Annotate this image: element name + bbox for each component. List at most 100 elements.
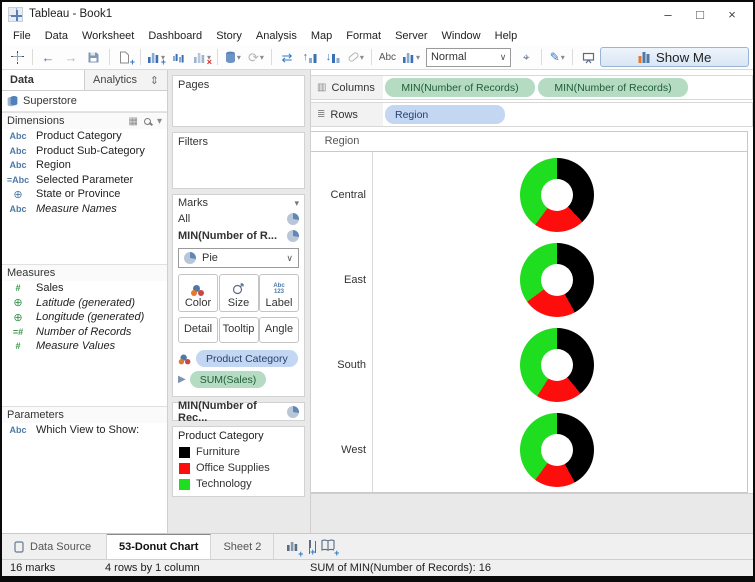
size-circle-icon <box>232 283 244 295</box>
measure-longitude[interactable]: ⊕ Longitude (generated) <box>2 310 167 325</box>
menu-bar: File Data Worksheet Dashboard Story Anal… <box>2 26 753 45</box>
rows-pill-region[interactable]: Region <box>385 105 505 124</box>
menu-dashboard[interactable]: Dashboard <box>141 28 209 44</box>
marks-menu-icon[interactable]: ▾ <box>294 198 299 209</box>
datasource-cylinder-icon <box>7 95 18 106</box>
marks-row-all[interactable]: All <box>173 211 304 227</box>
donut-west[interactable] <box>520 412 594 487</box>
label-button[interactable]: Abc 123 Label <box>259 274 299 312</box>
filters-shelf[interactable]: Filters <box>172 132 305 189</box>
minimize-button[interactable]: – <box>653 4 683 24</box>
clear-sheet-icon[interactable]: × ▾ <box>191 47 213 68</box>
datasource-item[interactable]: Superstore <box>2 91 167 112</box>
pane-toggle-icon[interactable]: ⇕ <box>150 74 159 87</box>
save-icon[interactable] <box>83 47 105 68</box>
measure-number-of-records[interactable]: =# Number of Records <box>2 325 167 340</box>
menu-help[interactable]: Help <box>488 28 525 44</box>
row-label-west[interactable]: West <box>311 407 373 492</box>
group-members-icon[interactable]: ▾ <box>345 47 367 68</box>
menu-worksheet[interactable]: Worksheet <box>75 28 141 44</box>
show-me-bars-icon <box>638 52 650 63</box>
pill-product-category[interactable]: Product Category <box>196 350 298 367</box>
sort-descending-icon[interactable]: ↓ <box>322 47 344 68</box>
dimension-selected-parameter[interactable]: =Abc Selected Parameter <box>2 173 167 188</box>
collapsed-marks-card[interactable]: MIN(Number of Rec... <box>172 400 305 424</box>
fit-selector-icon[interactable]: ▾ <box>400 47 422 68</box>
donut-south[interactable] <box>520 327 594 402</box>
tableau-logo-icon[interactable] <box>6 47 28 68</box>
donut-central[interactable] <box>520 157 594 232</box>
menu-story[interactable]: Story <box>209 28 249 44</box>
legend-item-technology[interactable]: Technology <box>173 476 304 492</box>
datasource-icon[interactable]: ▾ <box>222 47 244 68</box>
menu-map[interactable]: Map <box>304 28 339 44</box>
tab-data[interactable]: Data <box>2 70 85 90</box>
pages-shelf[interactable]: Pages <box>172 75 305 127</box>
highlight-pen-icon[interactable]: ✎ ▾ <box>546 47 568 68</box>
new-dashboard-tab-icon[interactable]: + <box>309 539 316 557</box>
menu-analysis[interactable]: Analysis <box>249 28 304 44</box>
color-target-icon <box>178 354 192 364</box>
dimensions-menu-icon[interactable]: ▾ <box>157 116 162 127</box>
tab-sheet-2[interactable]: Sheet 2 <box>211 534 275 559</box>
measure-measure-values[interactable]: # Measure Values <box>2 339 167 354</box>
view-size-select[interactable]: Normal ∨ <box>425 47 512 67</box>
pill-sum-sales[interactable]: SUM(Sales) <box>189 371 267 388</box>
maximize-button[interactable]: □ <box>685 4 715 24</box>
menu-window[interactable]: Window <box>435 28 488 44</box>
new-story-tab-icon[interactable]: + <box>321 539 340 558</box>
view-data-icon[interactable]: ▦ <box>129 116 138 127</box>
color-legend: Product Category Furniture Office Suppli… <box>172 426 305 497</box>
detail-button[interactable]: Detail <box>178 317 218 343</box>
new-worksheet-icon[interactable]: + ▾ <box>145 47 167 68</box>
mark-type-select[interactable]: Pie ∨ <box>178 248 299 268</box>
new-datasource-icon[interactable]: + <box>114 47 136 68</box>
tooltip-button[interactable]: Tooltip <box>218 317 259 343</box>
presentation-mode-icon[interactable] <box>577 47 599 68</box>
dimension-state-or-province[interactable]: ⊕ State or Province <box>2 187 167 202</box>
duplicate-sheet-icon[interactable] <box>168 47 190 68</box>
refresh-icon[interactable]: ⟳ ▾ <box>245 47 267 68</box>
legend-item-office-supplies[interactable]: Office Supplies <box>173 460 304 476</box>
marks-row-min-records[interactable]: MIN(Number of R... <box>173 227 304 245</box>
angle-button[interactable]: Angle <box>259 317 299 343</box>
tab-data-source[interactable]: Data Source <box>2 534 107 559</box>
close-button[interactable]: × <box>717 4 747 24</box>
marks-header[interactable]: Marks ▾ <box>173 195 304 211</box>
color-button[interactable]: Color <box>178 274 218 312</box>
measure-sales[interactable]: # Sales <box>2 281 167 296</box>
show-me-label: Show Me <box>655 49 712 65</box>
sort-ascending-icon[interactable]: ↑ <box>299 47 321 68</box>
menu-data[interactable]: Data <box>38 28 75 44</box>
row-label-south[interactable]: South <box>311 322 373 407</box>
undo-icon[interactable]: ← <box>37 47 59 68</box>
row-label-central[interactable]: Central <box>311 152 373 237</box>
menu-server[interactable]: Server <box>388 28 434 44</box>
new-worksheet-tab-icon[interactable]: + <box>286 539 304 559</box>
dimension-region[interactable]: Abc Region <box>2 158 167 173</box>
size-button[interactable]: Size <box>218 274 259 312</box>
tab-analytics[interactable]: Analytics ⇕ <box>85 70 167 90</box>
columns-pill-1[interactable]: MIN(Number of Records) <box>385 78 535 97</box>
columns-shelf[interactable]: ▥ Columns MIN(Number of Records) MIN(Num… <box>311 75 753 100</box>
rows-shelf[interactable]: ≣ Rows Region <box>311 102 753 127</box>
menu-format[interactable]: Format <box>339 28 388 44</box>
row-label-east[interactable]: East <box>311 237 373 322</box>
show-mark-labels-icon[interactable]: Abc <box>376 47 399 68</box>
redo-icon[interactable]: → <box>60 47 82 68</box>
parameter-which-view-to-show[interactable]: Abc Which View to Show: <box>2 423 167 438</box>
columns-pill-2[interactable]: MIN(Number of Records) <box>538 78 688 97</box>
menu-file[interactable]: File <box>6 28 38 44</box>
tab-donut-chart[interactable]: 53-Donut Chart <box>107 534 212 559</box>
region-column-header[interactable]: Region <box>311 132 373 151</box>
dimension-measure-names[interactable]: Abc Measure Names <box>2 202 167 217</box>
measure-latitude[interactable]: ⊕ Latitude (generated) <box>2 296 167 311</box>
dimension-product-category[interactable]: Abc Product Category <box>2 129 167 144</box>
legend-item-furniture[interactable]: Furniture <box>173 444 304 460</box>
show-me-button[interactable]: Show Me <box>600 47 749 67</box>
fix-axes-pin-icon[interactable]: ⌖ <box>515 47 537 68</box>
search-icon[interactable] <box>143 117 151 125</box>
dimension-product-sub-category[interactable]: Abc Product Sub-Category <box>2 144 167 159</box>
donut-east[interactable] <box>520 242 594 317</box>
swap-axes-icon[interactable]: ⇄ <box>276 47 298 68</box>
